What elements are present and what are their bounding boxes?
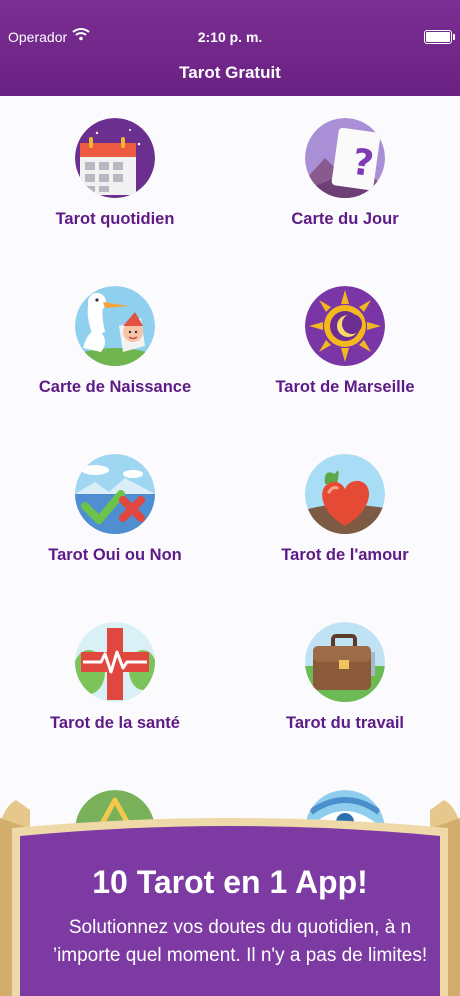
- tile-label: Tarot quotidien: [55, 210, 175, 228]
- tile-tarot-de-marseille[interactable]: Tarot de Marseille: [230, 264, 460, 432]
- tile-carte-du-jour[interactable]: ? Carte du Jour: [230, 96, 460, 264]
- briefcase-icon: [305, 622, 385, 702]
- tile-tarot-de-lamour[interactable]: Tarot de l'amour: [230, 432, 460, 600]
- page-title: Tarot Gratuit: [179, 63, 281, 82]
- tile-tarot-du-travail[interactable]: Tarot du travail: [230, 600, 460, 768]
- tile-label: Tarot de l'amour: [281, 546, 409, 564]
- tile-label: Tarot Oui ou Non: [48, 546, 182, 564]
- tile-tarot-quotidien[interactable]: Tarot quotidien: [0, 96, 230, 264]
- sun-moon-icon: [305, 286, 385, 366]
- tile-label: Tarot de la santé: [50, 714, 180, 732]
- tile-label: Tarot de Marseille: [275, 378, 415, 396]
- tile-tarot-de-la-sante[interactable]: Tarot de la santé: [0, 600, 230, 768]
- question-card-icon: ?: [305, 118, 385, 198]
- banner-subtitle: Solutionnez vos doutes du quotidien, à n…: [52, 917, 428, 966]
- calendar-icon: [75, 118, 155, 198]
- tile-label: Carte du Jour: [291, 210, 399, 228]
- header-bar: Operador 2:10 p. m. Tarot Gratuit: [0, 0, 460, 96]
- banner-headline: 10 Tarot en 1 App!: [92, 864, 368, 900]
- tile-label: Carte de Naissance: [38, 378, 192, 396]
- promo-banner[interactable]: 10 Tarot en 1 App! Solutionnez vos doute…: [0, 800, 460, 996]
- tile-label: Tarot du travail: [286, 714, 404, 732]
- heart-icon: [305, 454, 385, 534]
- status-time: 2:10 p. m.: [197, 29, 263, 45]
- health-cross-icon: [75, 622, 155, 702]
- stork-baby-icon: [75, 286, 155, 366]
- tile-tarot-oui-ou-non[interactable]: Tarot Oui ou Non: [0, 432, 230, 600]
- tile-carte-de-naissance[interactable]: Carte de Naissance: [0, 264, 230, 432]
- check-cross-icon: [75, 454, 155, 534]
- battery-icon: [424, 30, 455, 44]
